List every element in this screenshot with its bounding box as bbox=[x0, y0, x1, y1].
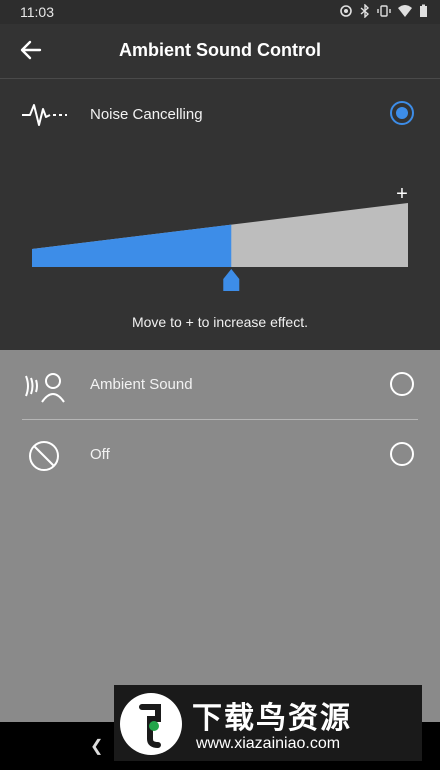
off-circle-slash-icon bbox=[24, 436, 72, 476]
slider-fill bbox=[32, 224, 232, 267]
radio-ambient-sound[interactable] bbox=[390, 372, 414, 396]
bluetooth-icon bbox=[360, 4, 370, 18]
watermark-url: www.xiazainiao.com bbox=[196, 735, 341, 752]
status-time: 11:03 bbox=[20, 4, 54, 20]
watermark-title: 下载鸟资源 bbox=[192, 702, 352, 735]
option-label-ambient-sound: Ambient Sound bbox=[90, 376, 193, 393]
ambient-person-icon bbox=[22, 366, 70, 406]
sync-icon bbox=[340, 5, 352, 17]
option-label-off: Off bbox=[90, 446, 110, 463]
noise-cancelling-panel: Noise Cancelling + Move to + to increase… bbox=[0, 79, 440, 350]
slider-max-label: + bbox=[396, 183, 408, 205]
divider bbox=[22, 419, 418, 420]
status-icons bbox=[339, 4, 428, 18]
watermark-overlay: 下载鸟资源 www.xiazainiao.com bbox=[114, 685, 422, 761]
watermark-logo bbox=[120, 693, 182, 755]
effect-slider[interactable]: + bbox=[0, 79, 440, 309]
page-title: Ambient Sound Control bbox=[119, 40, 321, 60]
nav-back-icon[interactable]: ❮ bbox=[90, 736, 103, 756]
battery-icon bbox=[420, 4, 427, 17]
wifi-icon bbox=[398, 5, 412, 17]
radio-off[interactable] bbox=[390, 442, 414, 466]
vibrate-icon bbox=[377, 5, 391, 17]
slider-thumb[interactable] bbox=[223, 269, 240, 291]
status-bar: 11:03 bbox=[0, 0, 440, 24]
app-bar: Ambient Sound Control bbox=[0, 24, 440, 79]
slider-hint: Move to + to increase effect. bbox=[131, 314, 308, 330]
